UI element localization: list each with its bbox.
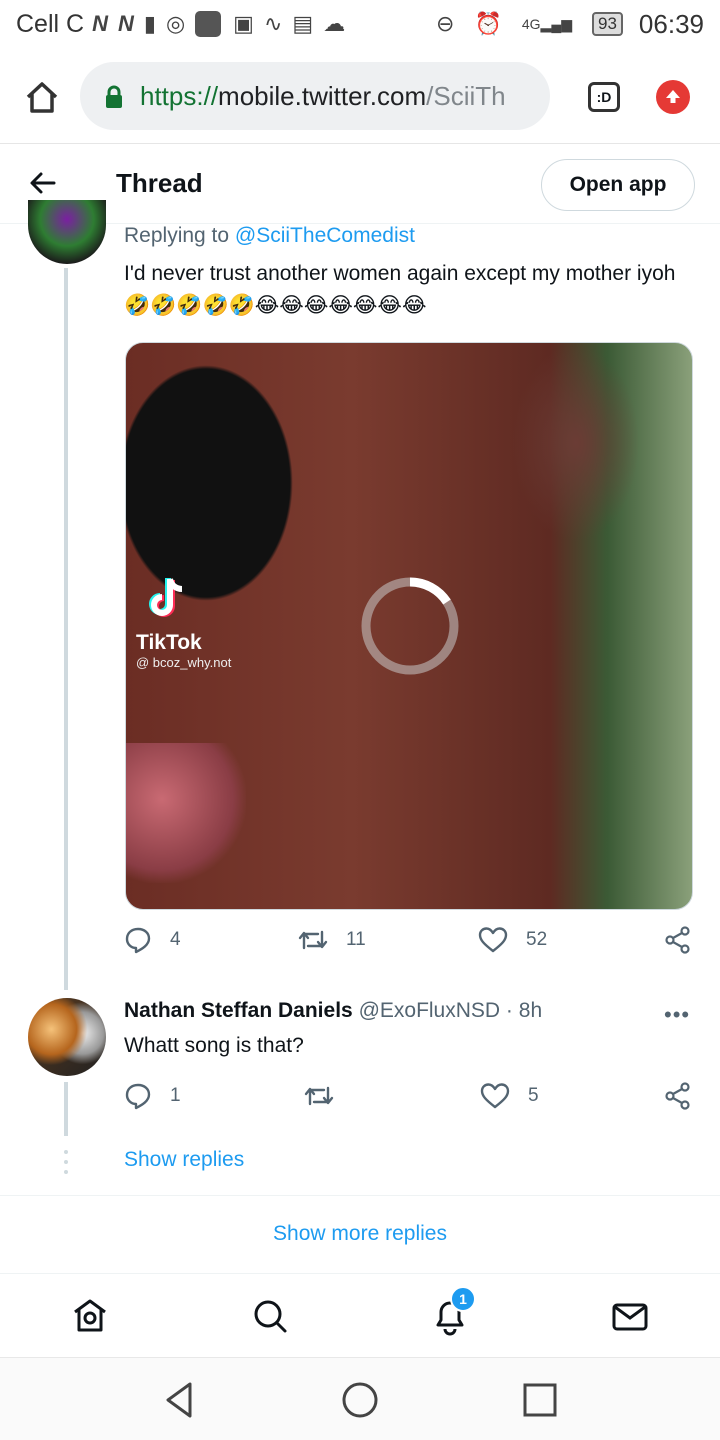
like-count: 52 (526, 929, 548, 950)
retweet-button[interactable] (304, 1082, 352, 1110)
url-host: mobile.twitter.com (218, 80, 427, 111)
tab-switcher-button[interactable]: :D (588, 82, 620, 112)
clock: 06:39 (638, 8, 704, 39)
carrier-label: Cell C (16, 9, 85, 38)
avatar[interactable] (28, 200, 106, 264)
author-handle[interactable]: @ExoFluxNSD (359, 999, 501, 1022)
address-bar[interactable]: https://mobile.twitter.com/SciiTh (80, 62, 550, 130)
reply-button[interactable]: 4 (124, 926, 181, 954)
thread-connector-line (64, 1082, 68, 1136)
url-scheme: https:// (140, 80, 219, 111)
thread-connector-line (64, 268, 68, 990)
loading-spinner-icon (359, 575, 461, 677)
system-home-icon[interactable] (338, 1378, 382, 1422)
reply-count: 1 (170, 1085, 181, 1106)
search-tab[interactable] (248, 1294, 292, 1338)
activity-icon: ∿ (263, 11, 283, 36)
tweet-actions: 1 5 (124, 1082, 696, 1122)
network-type: 4G (521, 16, 541, 32)
cloud-icon: ☁ (323, 11, 346, 36)
thread-header: Thread Open app (0, 146, 720, 224)
replying-prefix: Replying to (124, 224, 235, 247)
tiktok-watermark: TikTok (136, 631, 202, 654)
video-player[interactable]: TikTok @ bcoz_why.not (125, 342, 693, 910)
replying-to: Replying to @SciiTheComedist (124, 224, 415, 248)
heart-icon (480, 1083, 510, 1109)
separator: · (505, 999, 513, 1022)
tweet-text: I'd never trust another women again exce… (124, 262, 676, 317)
retweet-icon (304, 1086, 334, 1106)
thread-continuation-dots (64, 1150, 68, 1180)
like-button[interactable]: 52 (478, 926, 547, 954)
browser-toolbar: https://mobile.twitter.com/SciiTh :D (0, 48, 720, 144)
heart-icon (478, 927, 508, 953)
back-arrow-icon[interactable] (28, 168, 58, 198)
share-button[interactable] (664, 926, 710, 954)
avatar[interactable] (28, 998, 106, 1076)
system-navigation-bar (0, 1357, 720, 1440)
like-button[interactable]: 5 (480, 1082, 539, 1110)
reply-button[interactable]: 1 (124, 1082, 181, 1110)
battery-indicator: 93 (592, 12, 623, 36)
notification-badge: 1 (450, 1286, 476, 1312)
search-icon (254, 1300, 287, 1333)
url-path: /SciiTh (426, 80, 506, 111)
share-icon (665, 1082, 690, 1110)
home-icon (74, 1299, 106, 1332)
system-back-icon[interactable] (158, 1378, 202, 1422)
retweet-count: 11 (346, 929, 366, 950)
lock-icon (104, 85, 124, 108)
tiktok-handle: @ bcoz_why.not (136, 655, 232, 670)
calendar-icon: ▤ (292, 11, 314, 36)
video-frame-detail (126, 743, 246, 883)
retweet-button[interactable]: 11 (298, 926, 366, 954)
home-icon[interactable] (22, 78, 62, 118)
tiktok-logo-icon (148, 575, 188, 619)
status-bar: Cell C N N ▮ ◎ ▣ ∿ ▤ ☁ ⊖ ⏰ 4G ▂▄▆ 93 06:3… (0, 0, 720, 48)
signal-icon: 4G ▂▄▆ (521, 15, 572, 33)
tweet-actions: 4 11 52 (124, 926, 696, 966)
do-not-disturb-icon: ⊖ (436, 11, 455, 36)
share-icon (665, 926, 690, 954)
tweet-time[interactable]: 8h (519, 999, 542, 1022)
reply-icon (125, 1083, 151, 1110)
network-n-icon-2: N (117, 11, 134, 36)
retweet-icon (298, 930, 328, 950)
alarm-icon: ⏰ (474, 11, 502, 36)
home-tab[interactable] (68, 1294, 112, 1338)
open-app-button[interactable]: Open app (541, 159, 695, 211)
tweet-author-line: Nathan Steffan Daniels @ExoFluxNSD · 8h (124, 999, 542, 1023)
replying-handle-link[interactable]: @SciiTheComedist (235, 224, 415, 247)
show-more-replies-link[interactable]: Show more replies (0, 1196, 720, 1272)
messages-tab[interactable] (608, 1294, 652, 1338)
mail-icon (612, 1303, 648, 1331)
like-count: 5 (528, 1085, 539, 1106)
show-replies-link[interactable]: Show replies (124, 1148, 244, 1172)
system-recents-icon[interactable] (518, 1378, 562, 1422)
update-icon[interactable] (656, 80, 690, 114)
reply-icon (125, 927, 151, 954)
tweet-text: Whatt song is that? (124, 1034, 304, 1057)
more-options-icon[interactable]: ••• (664, 1002, 690, 1028)
sd-card-icon: ▮ (143, 11, 156, 36)
share-button[interactable] (664, 1082, 710, 1110)
reply-count: 4 (170, 929, 181, 950)
hotspot-icon: ◎ (165, 11, 186, 36)
page-title: Thread (116, 168, 203, 198)
bottom-navigation: 1 (0, 1273, 720, 1357)
app-icon (195, 11, 222, 37)
author-name[interactable]: Nathan Steffan Daniels (124, 999, 353, 1022)
image-icon: ▣ (233, 11, 254, 36)
network-n-icon: N (92, 11, 108, 36)
